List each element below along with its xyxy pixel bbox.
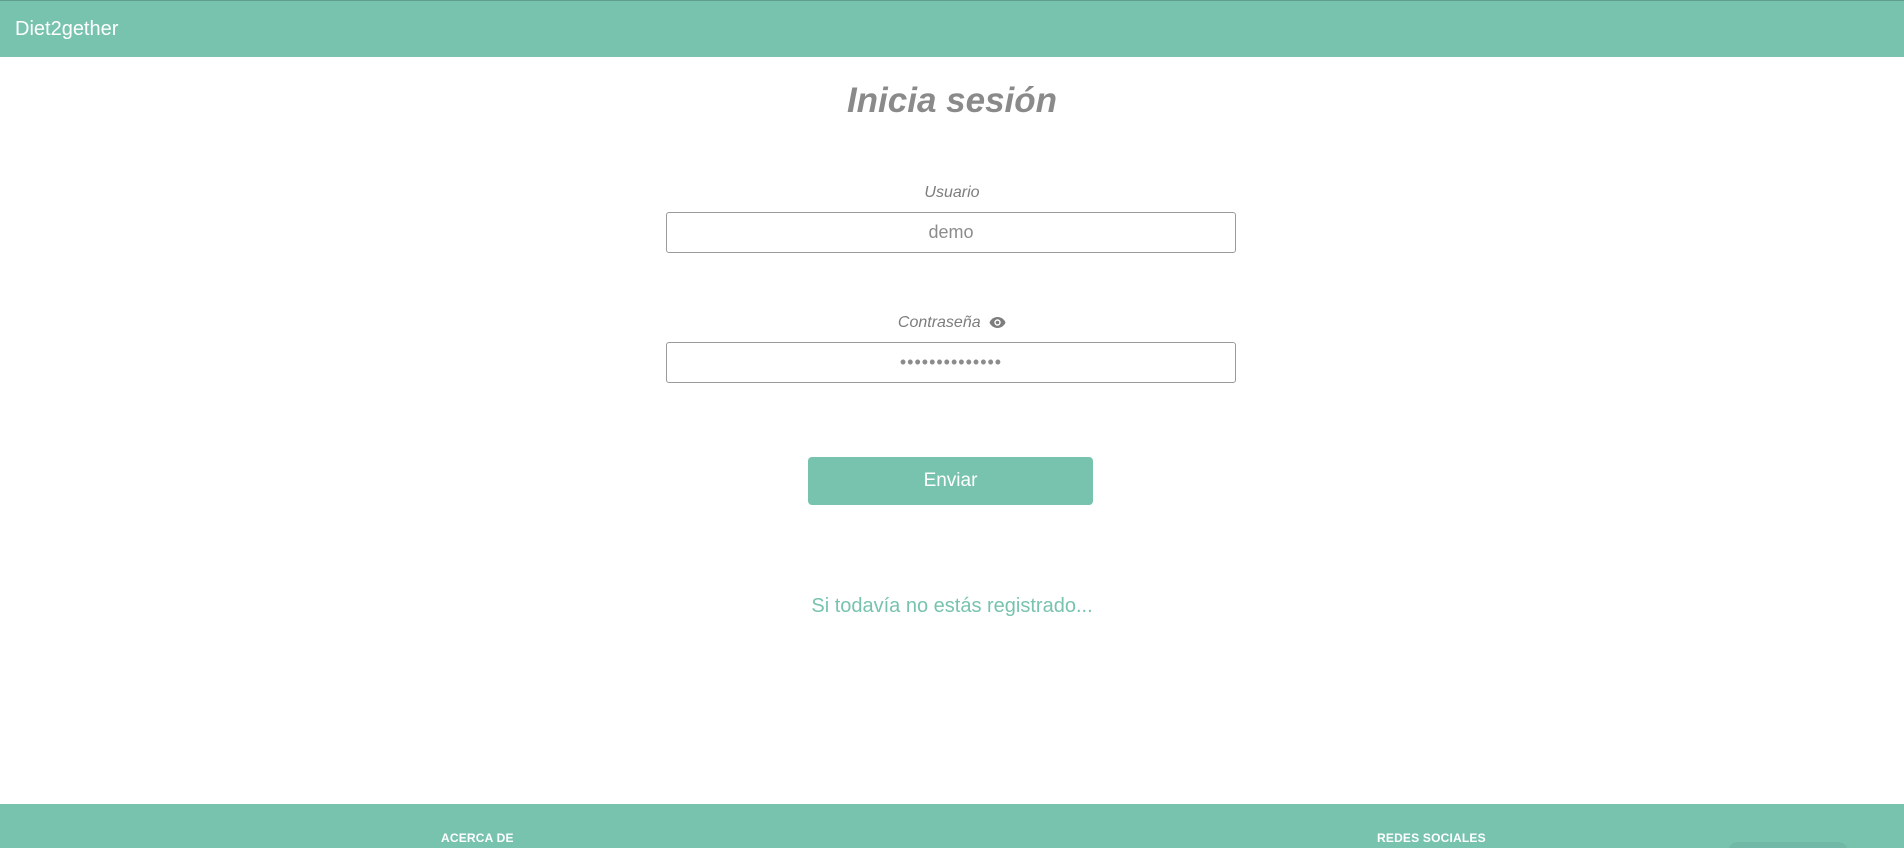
top-navbar: Diet2gether [0, 0, 1904, 57]
footer-about-heading: ACERCA DE [441, 831, 514, 845]
footer: ACERCA DE REDES SOCIALES [0, 804, 1904, 848]
login-page: Diet2gether Inicia sesión Usuario Contra… [0, 0, 1904, 848]
password-label: Contraseña [0, 313, 1904, 335]
eye-icon[interactable] [989, 315, 1006, 335]
floating-widget-tab[interactable] [1728, 842, 1848, 848]
footer-social-heading: REDES SOCIALES [1377, 831, 1486, 845]
submit-button[interactable]: Enviar [808, 457, 1093, 505]
password-input[interactable] [666, 342, 1236, 383]
password-label-text: Contraseña [897, 314, 981, 331]
register-link[interactable]: Si todavía no estás registrado... [0, 594, 1904, 618]
brand-link[interactable]: Diet2gether [15, 17, 118, 41]
page-title: Inicia sesión [846, 81, 1058, 120]
username-label: Usuario [0, 183, 1904, 203]
username-label-text: Usuario [924, 184, 980, 201]
username-input[interactable] [666, 212, 1236, 253]
